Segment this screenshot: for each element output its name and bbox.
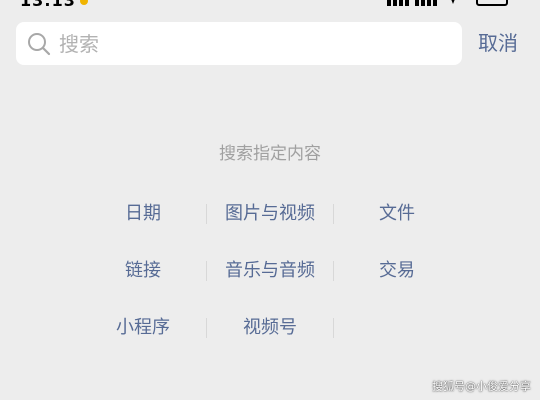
notification-dot-icon — [80, 0, 88, 5]
status-bar: 13:13 — [0, 0, 540, 12]
category-channels[interactable]: 视频号 — [207, 314, 333, 342]
search-icon — [28, 33, 51, 56]
category-transactions[interactable]: 交易 — [334, 257, 460, 285]
search-placeholder: 搜索 — [59, 32, 99, 56]
watermark: 搜狐号@小俊爱分享 — [432, 380, 531, 393]
category-music-audio[interactable]: 音乐与音频 — [207, 257, 333, 285]
search-input[interactable]: 搜索 — [16, 22, 462, 65]
section-title: 搜索指定内容 — [219, 144, 321, 164]
category-files[interactable]: 文件 — [334, 200, 460, 228]
category-grid: 日期 图片与视频 文件 链接 音乐与音频 交易 小程序 视频号 — [80, 200, 460, 371]
category-row: 链接 音乐与音频 交易 — [80, 257, 460, 314]
category-mini-programs[interactable]: 小程序 — [80, 314, 206, 342]
cancel-button[interactable]: 取消 — [478, 29, 518, 57]
category-links[interactable]: 链接 — [80, 257, 206, 285]
status-time: 13:13 — [20, 0, 76, 10]
divider — [333, 318, 334, 338]
battery-icon — [476, 0, 508, 6]
signal-icon — [387, 0, 455, 6]
category-row: 日期 图片与视频 文件 — [80, 200, 460, 257]
category-date[interactable]: 日期 — [80, 200, 206, 228]
category-row: 小程序 视频号 — [80, 314, 460, 371]
search-screen: 13:13 搜索 取消 搜索指定内容 日期 图片与视频 文件 链接 音乐与音频 … — [0, 0, 540, 400]
category-images-videos[interactable]: 图片与视频 — [207, 200, 333, 228]
